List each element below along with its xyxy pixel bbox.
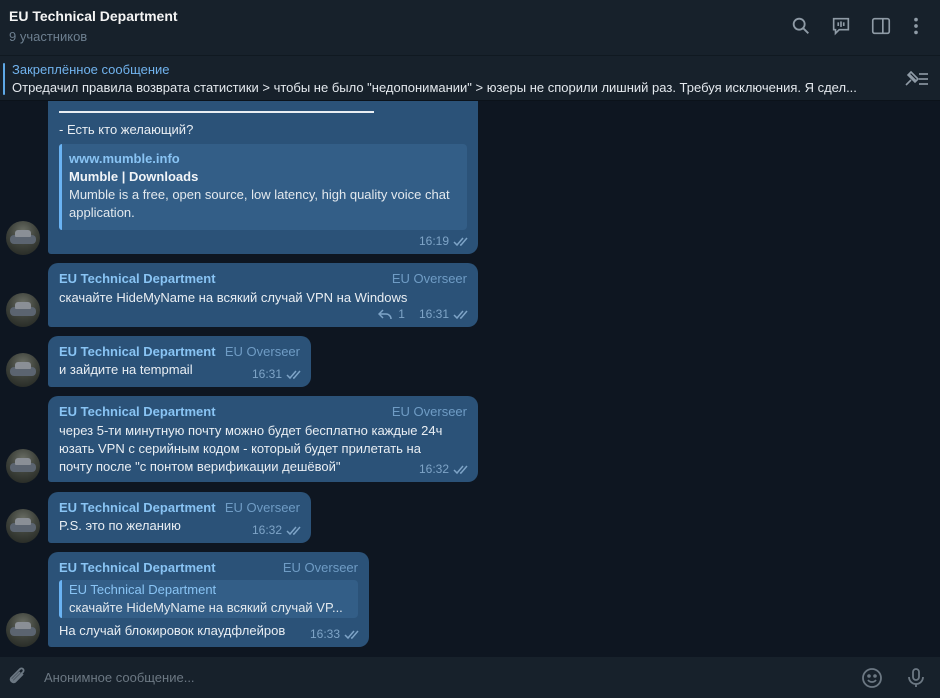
message-meta: 16:32 xyxy=(252,523,304,537)
pinned-message-bar[interactable]: Закреплённое сообщение Отредачил правила… xyxy=(0,55,940,101)
more-vertical-icon[interactable] xyxy=(904,14,928,38)
reply-quote-text: скачайте HideMyName на всякий случай VP.… xyxy=(69,600,343,615)
attach-icon[interactable] xyxy=(6,666,30,690)
read-checkmarks-icon xyxy=(453,237,468,246)
message-sender[interactable]: EU Technical Department xyxy=(59,404,216,419)
message-time: 16:31 xyxy=(418,307,449,321)
message-meta: 16:32 xyxy=(419,462,471,476)
read-checkmarks-icon xyxy=(453,310,468,319)
reply-quote[interactable]: EU Technical Department скачайте HideMyN… xyxy=(59,580,358,618)
chat-title[interactable]: EU Technical Department xyxy=(9,8,178,24)
message-meta: 16:19 xyxy=(419,234,471,248)
pinned-accent-bar xyxy=(3,63,5,95)
message-bubble[interactable]: EU Technical Department EU Overseer EU T… xyxy=(48,552,369,647)
message-text-line: юзать VPN с серийным кодом - который буд… xyxy=(59,441,421,456)
read-checkmarks-icon xyxy=(344,630,359,639)
message-list[interactable]: - Есть кто желающий? www.mumble.info Mum… xyxy=(0,101,940,657)
voice-chat-icon[interactable] xyxy=(829,14,853,38)
pinned-title: Закреплённое сообщение xyxy=(12,62,170,77)
emoji-icon[interactable] xyxy=(860,666,884,690)
reply-quote-sender: EU Technical Department xyxy=(69,582,217,597)
divider-line xyxy=(59,111,374,113)
link-preview-bar xyxy=(59,144,62,230)
message-sender[interactable]: EU Technical Department xyxy=(59,560,216,575)
sender-role-badge: EU Overseer xyxy=(391,271,467,286)
avatar[interactable] xyxy=(6,221,40,255)
message-bubble[interactable]: EU Technical Department EU Overseer чере… xyxy=(48,396,478,482)
message-time: 16:19 xyxy=(418,234,449,248)
read-checkmarks-icon xyxy=(453,465,468,474)
avatar[interactable] xyxy=(6,449,40,483)
link-description-line1: Mumble is a free, open source, low laten… xyxy=(69,187,450,202)
message-time: 16:31 xyxy=(251,367,282,381)
message-sender[interactable]: EU Technical Department xyxy=(59,344,216,359)
pin-list-icon[interactable] xyxy=(902,68,930,90)
microphone-icon[interactable] xyxy=(904,666,928,690)
read-checkmarks-icon xyxy=(286,526,301,535)
sidebar-toggle-icon[interactable] xyxy=(869,14,893,38)
members-count[interactable]: 9 участников xyxy=(9,29,87,44)
message-composer: Анонимное сообщение... xyxy=(0,657,940,698)
message-text: - Есть кто желающий? xyxy=(59,122,194,137)
message-sender[interactable]: EU Technical Department xyxy=(59,271,216,286)
sender-role-badge: EU Overseer xyxy=(391,404,467,419)
message-meta: 16:31 xyxy=(252,367,304,381)
message-bubble[interactable]: - Есть кто желающий? www.mumble.info Mum… xyxy=(48,101,478,254)
message-bubble[interactable]: EU Technical Department EU Overseer и за… xyxy=(48,336,311,387)
message-meta: 1 16:31 xyxy=(378,307,471,321)
link-url[interactable]: www.mumble.info xyxy=(69,150,180,168)
sender-role-badge: EU Overseer xyxy=(224,500,300,515)
link-preview[interactable]: www.mumble.info Mumble | Downloads Mumbl… xyxy=(59,144,467,230)
reply-count[interactable]: 1 xyxy=(398,307,405,321)
message-text: скачайте HideMyName на всякий случай VPN… xyxy=(59,290,408,305)
message-text-line: через 5-ти минутную почту можно будет бе… xyxy=(59,423,443,438)
link-title: Mumble | Downloads xyxy=(69,169,199,184)
message-text: На случай блокировок клаудфлейров xyxy=(59,623,286,638)
reply-arrow-icon[interactable] xyxy=(378,308,393,320)
sender-role-badge: EU Overseer xyxy=(282,560,358,575)
message-sender[interactable]: EU Technical Department xyxy=(59,500,216,515)
message-input[interactable]: Анонимное сообщение... xyxy=(44,670,195,685)
message-time: 16:32 xyxy=(418,462,449,476)
read-checkmarks-icon xyxy=(286,370,301,379)
message-text: и зайдите на tempmail xyxy=(59,362,193,377)
reply-quote-bar xyxy=(59,580,62,618)
sender-role-badge: EU Overseer xyxy=(224,344,300,359)
pinned-text: Отредачил правила возврата статистики > … xyxy=(12,80,857,95)
message-meta: 16:33 xyxy=(310,627,362,641)
message-text: P.S. это по желанию xyxy=(59,518,181,533)
message-time: 16:32 xyxy=(251,523,282,537)
link-description-line2: application. xyxy=(69,205,135,220)
chat-header[interactable]: EU Technical Department 9 участников xyxy=(0,0,940,55)
avatar[interactable] xyxy=(6,509,40,543)
message-time: 16:33 xyxy=(309,627,340,641)
message-text-line: почту после "с понтом верификации дешёво… xyxy=(59,459,341,474)
message-bubble[interactable]: EU Technical Department EU Overseer скач… xyxy=(48,263,478,327)
avatar[interactable] xyxy=(6,613,40,647)
search-icon[interactable] xyxy=(789,14,813,38)
avatar[interactable] xyxy=(6,293,40,327)
avatar[interactable] xyxy=(6,353,40,387)
message-bubble[interactable]: EU Technical Department EU Overseer P.S.… xyxy=(48,492,311,543)
